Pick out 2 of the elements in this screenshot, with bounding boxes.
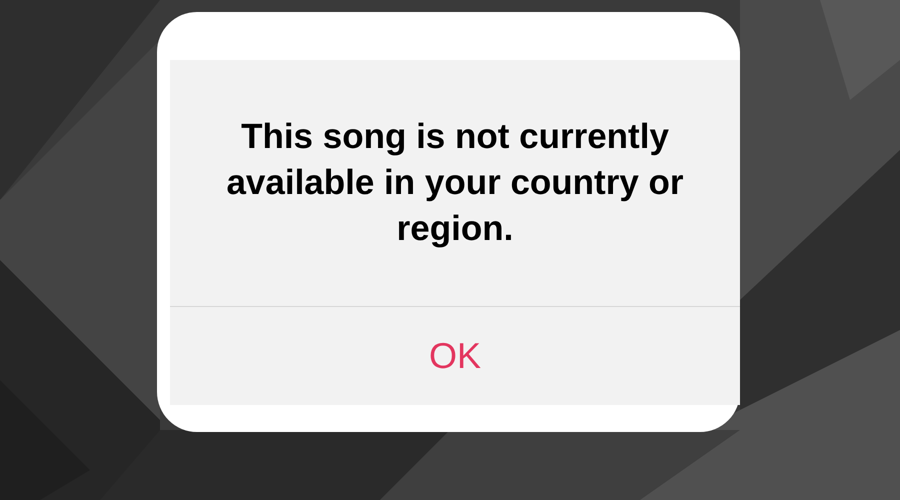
alert-message: This song is not currently available in your country or region. [225, 116, 685, 250]
ok-button[interactable]: OK [412, 329, 497, 383]
